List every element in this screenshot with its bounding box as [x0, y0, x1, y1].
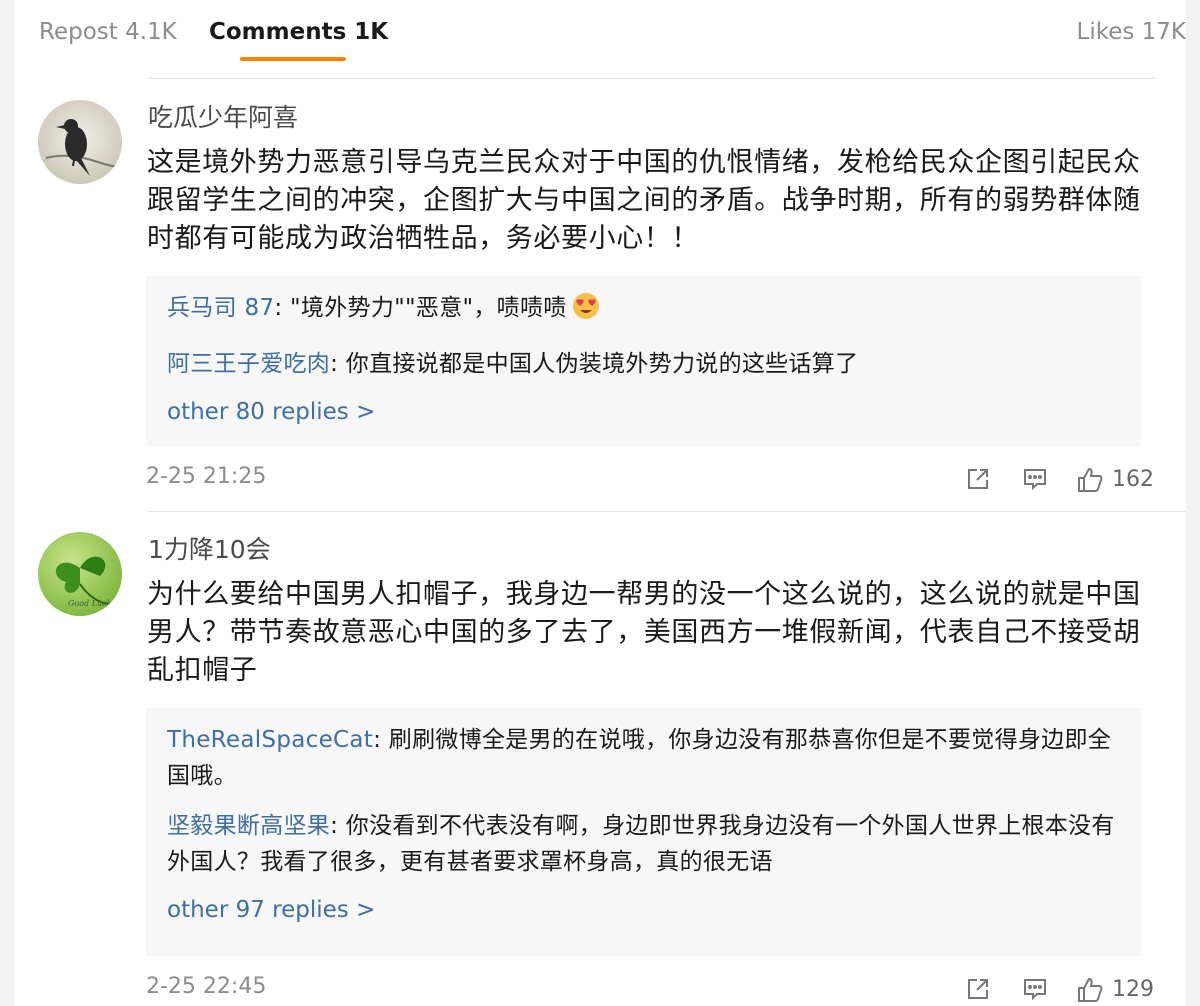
reply-box: 兵马司 87: "境外势力""恶意"，啧啧啧 阿三王子爱吃肉: 你直接说都是中国…	[146, 276, 1141, 446]
reply-username[interactable]: TheRealSpaceCat	[167, 727, 373, 753]
comment-icon[interactable]	[1022, 976, 1048, 1006]
avatar-text: Good Luck	[68, 599, 112, 608]
reply-item: 阿三王子爱吃肉: 你直接说都是中国人伪装境外势力说的这些话算了	[167, 346, 1121, 382]
clover-avatar-icon: Good Luck	[38, 532, 122, 616]
crow-avatar-icon	[38, 100, 122, 184]
reply-item: 兵马司 87: "境外势力""恶意"，啧啧啧	[167, 290, 1121, 332]
like-count: 129	[1112, 977, 1154, 1002]
tab-comments[interactable]: Comments 1K	[209, 16, 388, 48]
reply-text: : 你直接说都是中国人伪装境外势力说的这些话算了	[330, 351, 859, 377]
divider	[148, 78, 1156, 79]
share-icon[interactable]	[965, 466, 991, 496]
comment-footer: 2-25 22:45 129	[146, 972, 1156, 1006]
reply-item: 坚毅果断高坚果: 你没看到不代表没有啊，身边即世界我身边没有一个外国人世界上根本…	[167, 808, 1121, 880]
right-edge	[1186, 0, 1200, 1006]
avatar[interactable]	[38, 100, 122, 184]
comment-icon[interactable]	[1022, 466, 1048, 496]
reply-text: : "境外势力""恶意"，啧啧啧	[274, 295, 567, 321]
tab-bar: Repost 4.1K Comments 1K Likes 17K	[14, 0, 1186, 66]
comment-username[interactable]: 1力降10会	[148, 532, 271, 568]
comment-text: 这是境外势力恶意引导乌克兰民众对于中国的仇恨情绪，发枪给民众企图引起民众跟留学生…	[147, 147, 1141, 254]
thumbs-up-icon	[1078, 467, 1103, 492]
reply-username[interactable]: 阿三王子爱吃肉	[167, 351, 330, 377]
reply-item: TheRealSpaceCat: 刷刷微博全是男的在说哦，你身边没有那恭喜你但是…	[167, 722, 1121, 794]
like-button[interactable]: 162	[1076, 466, 1154, 494]
avatar[interactable]: Good Luck	[38, 532, 122, 616]
reply-box: TheRealSpaceCat: 刷刷微博全是男的在说哦，你身边没有那恭喜你但是…	[146, 708, 1141, 956]
like-count: 162	[1112, 467, 1154, 492]
timestamp: 2-25 21:25	[146, 464, 267, 489]
reply-username[interactable]: 坚毅果断高坚果	[167, 813, 330, 839]
more-replies-link[interactable]: other 80 replies >	[167, 396, 375, 428]
share-icon[interactable]	[965, 976, 991, 1006]
heart-eyes-emoji-icon	[571, 291, 601, 332]
like-button[interactable]: 129	[1076, 976, 1154, 1004]
reply-username[interactable]: 兵马司 87	[167, 295, 274, 321]
more-replies-link[interactable]: other 97 replies >	[167, 894, 375, 926]
comment-footer: 2-25 21:25 162	[146, 462, 1156, 498]
timestamp: 2-25 22:45	[146, 974, 267, 999]
thumbs-up-icon	[1078, 977, 1103, 1002]
tab-repost[interactable]: Repost 4.1K	[39, 16, 177, 48]
comment-username[interactable]: 吃瓜少年阿喜	[148, 100, 298, 136]
divider	[148, 511, 1186, 512]
left-edge	[0, 0, 14, 1006]
tab-likes[interactable]: Likes 17K	[1077, 16, 1187, 48]
comment-text: 为什么要给中国男人扣帽子，我身边一帮男的没一个这么说的，这么说的就是中国男人？带…	[147, 579, 1141, 686]
active-tab-indicator	[240, 57, 346, 61]
